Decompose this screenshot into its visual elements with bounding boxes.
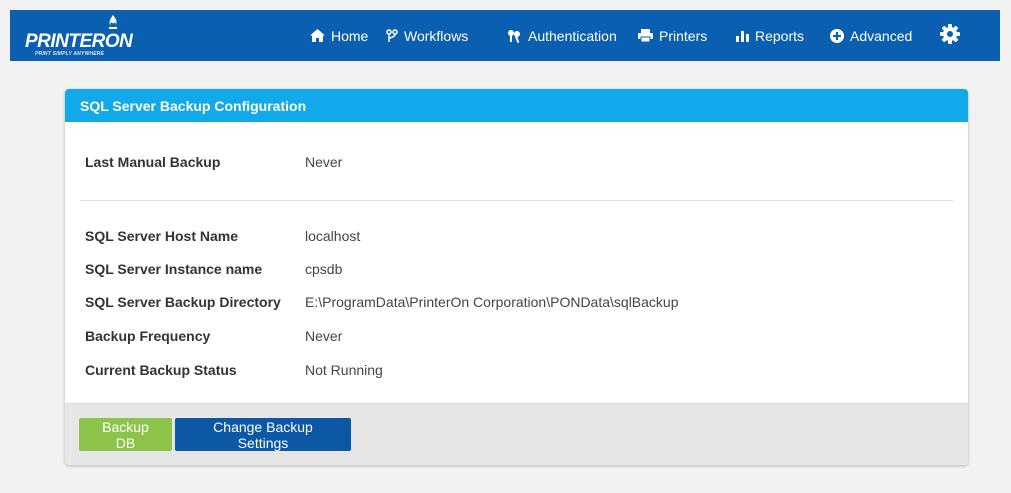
backup-frequency-label: Backup Frequency xyxy=(85,328,211,344)
keys-icon xyxy=(508,29,520,43)
backup-frequency-value: Never xyxy=(305,328,343,344)
nav-printers-label: Printers xyxy=(659,27,708,44)
last-manual-backup-value: Never xyxy=(305,154,343,170)
nav-home[interactable]: Home xyxy=(310,10,368,61)
logo-tagline: PRINT SIMPLY ANYWHERE xyxy=(35,51,105,57)
gear-icon[interactable] xyxy=(940,24,960,44)
nav-printers[interactable]: Printers xyxy=(638,10,707,61)
printer-icon xyxy=(638,29,653,42)
nav-advanced-label: Advanced xyxy=(850,27,913,44)
top-navbar: PRINTERON PRINT SIMPLY ANYWHERE Home Wor… xyxy=(10,10,1000,61)
instance-name-label: SQL Server Instance name xyxy=(85,261,263,277)
nav-advanced[interactable]: Advanced xyxy=(830,10,912,61)
logo-flame-icon xyxy=(109,15,117,29)
nav-authentication[interactable]: Authentication xyxy=(507,10,617,61)
backup-directory-label: SQL Server Backup Directory xyxy=(85,294,281,310)
last-manual-backup-label: Last Manual Backup xyxy=(85,154,221,170)
nav-reports[interactable]: Reports xyxy=(736,10,804,61)
panel-footer: Backup DB Change Backup Settings xyxy=(65,403,968,465)
plus-circle-icon xyxy=(830,28,844,43)
panel-title: SQL Server Backup Configuration xyxy=(65,89,968,122)
nav-authentication-label: Authentication xyxy=(528,27,617,44)
instance-name-value: cpsdb xyxy=(305,261,343,277)
backup-config-panel: SQL Server Backup Configuration Last Man… xyxy=(65,89,968,465)
home-icon xyxy=(310,29,325,42)
host-name-value: localhost xyxy=(305,228,361,244)
backup-db-button[interactable]: Backup DB xyxy=(79,418,172,451)
host-name-label: SQL Server Host Name xyxy=(85,228,239,244)
nav-reports-label: Reports xyxy=(755,27,805,44)
bar-chart-icon xyxy=(736,31,749,42)
backup-status-value: Not Running xyxy=(305,362,383,378)
backup-status-label: Current Backup Status xyxy=(85,362,237,378)
nav-workflows-label: Workflows xyxy=(404,27,469,44)
nav-home-label: Home xyxy=(331,27,369,44)
divider xyxy=(80,200,953,201)
change-backup-settings-button[interactable]: Change Backup Settings xyxy=(175,418,351,451)
printeron-logo[interactable]: PRINTERON PRINT SIMPLY ANYWHERE xyxy=(23,14,163,58)
backup-directory-value: E:\ProgramData\PrinterOn Corporation\PON… xyxy=(305,294,679,310)
nav-workflows[interactable]: Workflows xyxy=(386,10,468,61)
workflow-icon xyxy=(386,28,398,42)
logo-wordmark: PRINTERON xyxy=(25,31,133,52)
